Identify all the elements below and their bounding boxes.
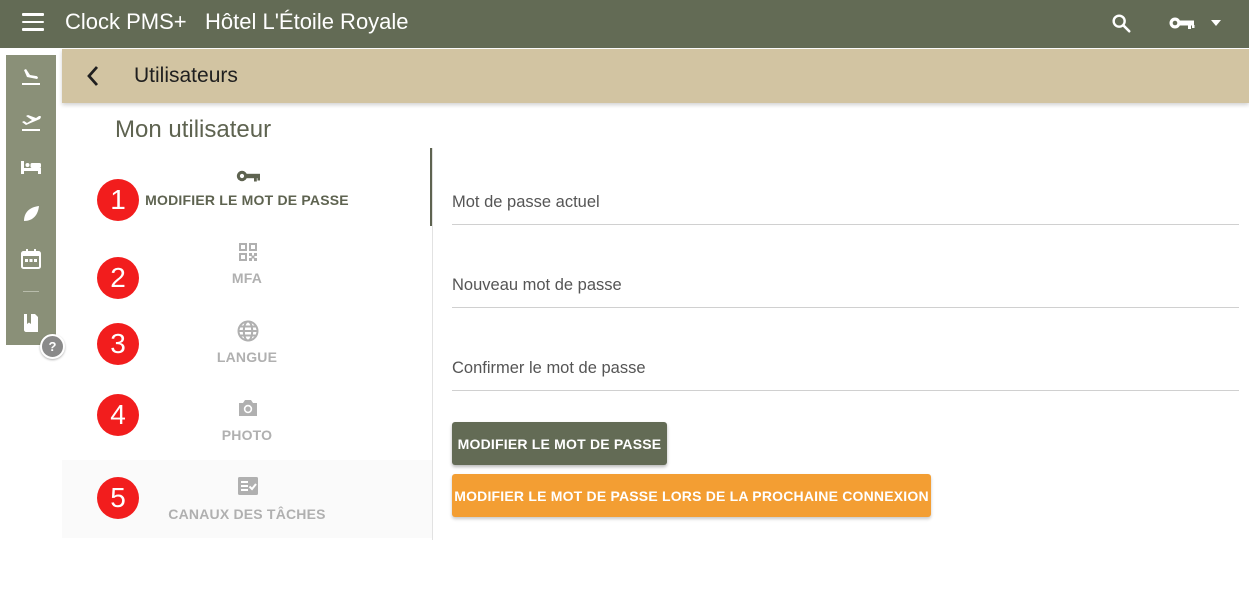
change-password-button[interactable]: MODIFIER LE MOT DE PASSE: [452, 422, 667, 465]
back-arrow-icon[interactable]: [82, 64, 106, 88]
menu-icon[interactable]: [22, 13, 44, 31]
rail-divider: [23, 291, 39, 292]
qr-code-icon: [236, 240, 260, 264]
top-app-bar: Clock PMS+ Hôtel L'Étoile Royale: [0, 0, 1249, 48]
task-list-icon: [236, 474, 260, 498]
calendar-icon[interactable]: [19, 247, 43, 271]
page-title: Utilisateurs: [134, 64, 238, 87]
chevron-down-icon: [1211, 20, 1221, 26]
hotel-name: Hôtel L'Étoile Royale: [205, 9, 409, 34]
tabs-divider: [432, 148, 433, 540]
camera-icon: [236, 396, 260, 420]
field-label: Confirmer le mot de passe: [452, 359, 646, 377]
section-title: Mon utilisateur: [115, 116, 272, 143]
field-label: Mot de passe actuel: [452, 193, 600, 211]
new-password-field[interactable]: Nouveau mot de passe: [452, 248, 1239, 308]
field-label: Nouveau mot de passe: [452, 276, 622, 294]
leaf-icon[interactable]: [19, 201, 43, 225]
search-icon[interactable]: [1110, 12, 1132, 34]
key-icon: [236, 164, 260, 188]
hotel-bed-icon[interactable]: [19, 155, 43, 179]
book-icon[interactable]: [19, 311, 43, 335]
left-navigation-rail: [6, 55, 56, 345]
globe-icon: [236, 319, 260, 343]
confirm-password-field[interactable]: Confirmer le mot de passe: [452, 331, 1239, 391]
step-badge: 5: [97, 477, 139, 519]
step-badge: 4: [97, 394, 139, 436]
current-password-field[interactable]: Mot de passe actuel: [452, 165, 1239, 225]
app-name: Clock PMS+: [65, 9, 187, 34]
page-subheader: Utilisateurs: [62, 49, 1249, 103]
flight-land-icon[interactable]: [19, 63, 43, 87]
force-change-on-next-login-button[interactable]: MODIFIER LE MOT DE PASSE LORS DE LA PROC…: [452, 474, 931, 517]
account-menu[interactable]: [1168, 12, 1228, 34]
step-badge: 1: [97, 179, 139, 221]
key-icon: [1169, 17, 1195, 29]
app-title: Clock PMS+ Hôtel L'Étoile Royale: [65, 9, 409, 35]
help-label: ?: [48, 339, 57, 354]
flight-takeoff-icon[interactable]: [19, 109, 43, 133]
step-badge: 2: [97, 257, 139, 299]
step-badge: 3: [97, 323, 139, 365]
